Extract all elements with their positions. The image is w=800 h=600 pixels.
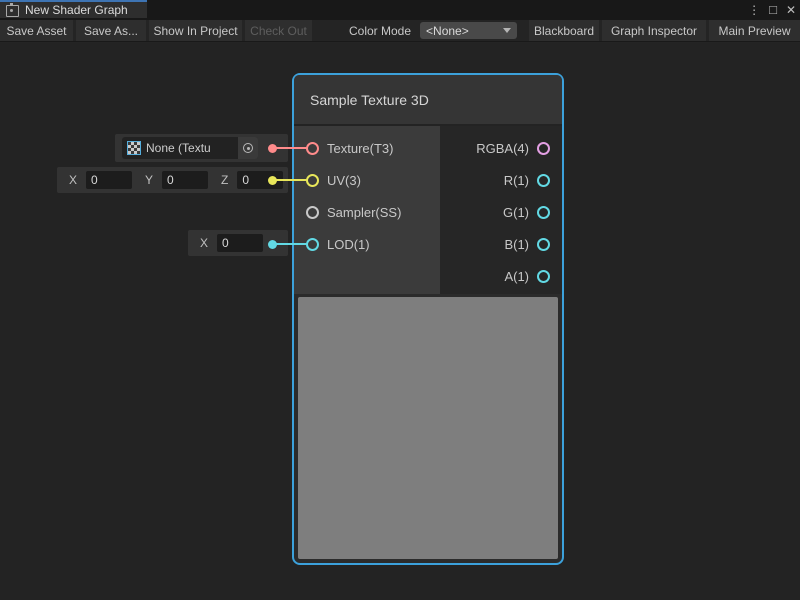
uv-wire [275,179,308,181]
node-ports: Texture(T3) UV(3) Sampler(SS) LOD(1) RGB… [294,126,562,294]
port-row-b: B(1) [440,228,562,260]
node-header[interactable]: Sample Texture 3D [294,75,562,126]
port-row-a: A(1) [440,260,562,292]
axis-label-z: Z [221,173,228,187]
panel-toggle-group: Blackboard Graph Inspector Main Preview [529,20,800,41]
main-preview-button[interactable]: Main Preview [709,20,800,41]
tab-new-shader-graph[interactable]: New Shader Graph [0,0,147,18]
object-picker-icon [243,143,253,153]
lod-wire [275,243,308,245]
port-row-r: R(1) [440,164,562,196]
save-asset-button[interactable]: Save Asset [0,20,73,41]
window-controls: ⋮ □ ✕ [748,0,796,20]
port-row-lod: LOD(1) [294,228,440,260]
node-preview [298,297,558,559]
color-mode-value: <None> [426,24,469,38]
close-icon[interactable]: ✕ [786,0,796,20]
uv-vector3-widget: X 0 Y 0 Z 0 [57,167,288,193]
uv-y-field[interactable]: 0 [162,171,208,189]
port-label: Sampler(SS) [327,205,401,220]
port-label: R(1) [504,173,529,188]
tab-bar: New Shader Graph ⋮ □ ✕ [0,0,800,20]
show-in-project-button[interactable]: Show In Project [149,20,242,41]
sample-texture-3d-node[interactable]: Sample Texture 3D Texture(T3) UV(3) Samp… [292,73,564,565]
output-ports-column: RGBA(4) R(1) G(1) B(1) A(1) [440,126,562,294]
rgba-output-port[interactable] [537,142,550,155]
color-mode-label: Color Mode [349,20,411,41]
port-label: LOD(1) [327,237,370,252]
toolbar: Save Asset Save As... Show In Project Ch… [0,20,800,42]
node-title: Sample Texture 3D [310,92,429,108]
sampler-input-port[interactable] [306,206,319,219]
color-mode-dropdown[interactable]: <None> [420,22,517,39]
texture3d-icon [127,141,141,155]
axis-label-y: Y [145,173,153,187]
texture-field-value: None (Textu [146,141,238,155]
graph-inspector-button[interactable]: Graph Inspector [602,20,706,41]
port-row-uv: UV(3) [294,164,440,196]
a-output-port[interactable] [537,270,550,283]
b-output-port[interactable] [537,238,550,251]
save-as-button[interactable]: Save As... [76,20,146,41]
port-label: RGBA(4) [476,141,529,156]
port-label: A(1) [504,269,529,284]
input-ports-column: Texture(T3) UV(3) Sampler(SS) LOD(1) [294,126,440,294]
blackboard-button[interactable]: Blackboard [529,20,599,41]
port-label: UV(3) [327,173,361,188]
port-label: Texture(T3) [327,141,393,156]
port-label: B(1) [504,237,529,252]
kebab-menu-icon[interactable]: ⋮ [748,0,760,20]
port-label: G(1) [503,205,529,220]
port-row-g: G(1) [440,196,562,228]
check-out-button: Check Out [245,20,312,41]
axis-label-x: X [69,173,77,187]
shader-graph-window: New Shader Graph ⋮ □ ✕ Save Asset Save A… [0,0,800,600]
texture-object-field[interactable]: None (Textu [122,137,258,159]
maximize-icon[interactable]: □ [769,0,777,20]
port-row-rgba: RGBA(4) [440,132,562,164]
chevron-down-icon [503,28,511,33]
lod-x-field[interactable]: 0 [217,234,263,252]
g-output-port[interactable] [537,206,550,219]
r-output-port[interactable] [537,174,550,187]
port-row-sampler: Sampler(SS) [294,196,440,228]
tab-title: New Shader Graph [25,3,128,17]
axis-label-x: X [200,236,208,250]
port-row-texture: Texture(T3) [294,132,440,164]
uv-x-field[interactable]: 0 [86,171,132,189]
object-picker-button[interactable] [238,137,258,159]
texture-wire [275,147,308,149]
shader-graph-icon [6,5,19,17]
